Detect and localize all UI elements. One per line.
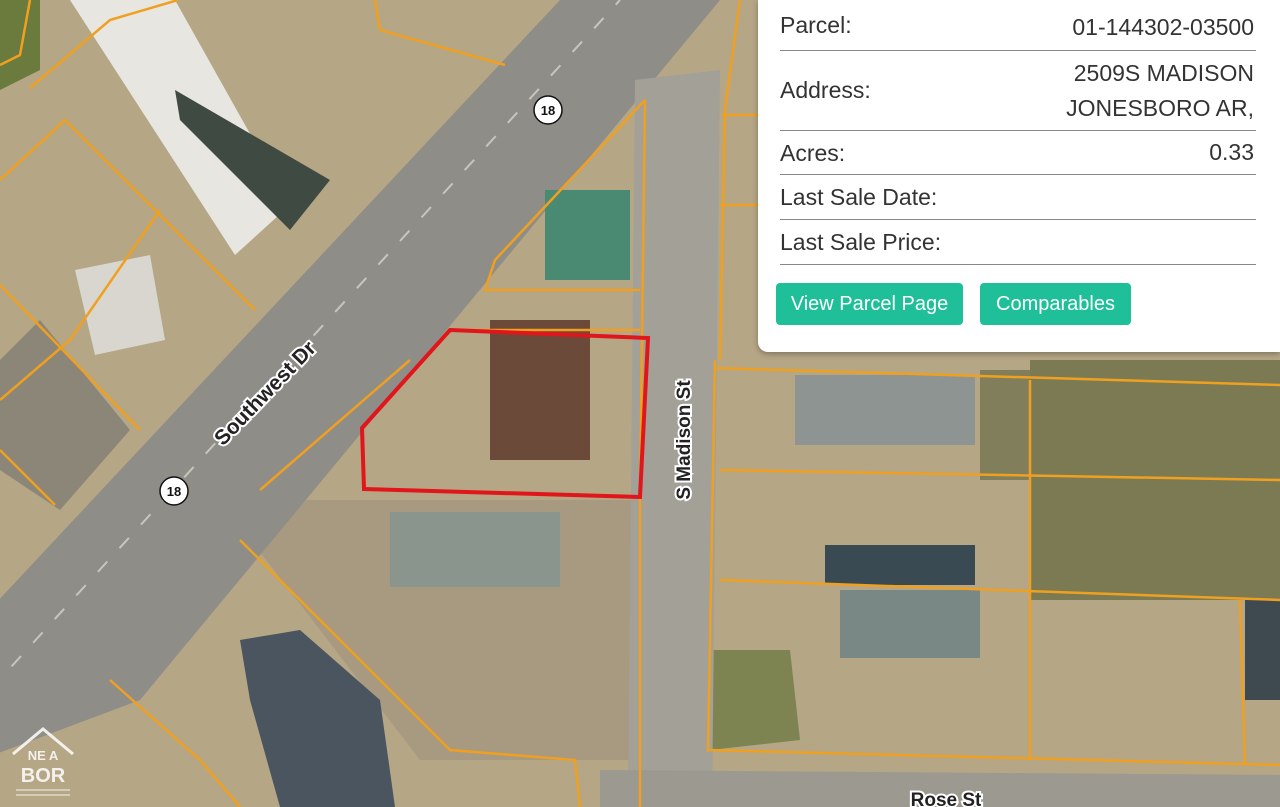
- tree-area: [980, 370, 1030, 480]
- view-parcel-page-button[interactable]: View Parcel Page: [776, 283, 963, 325]
- logo-mark: NE A BOR: [12, 727, 74, 796]
- parcel-row: Parcel: 01-144302-03500: [780, 6, 1256, 51]
- building: [390, 512, 560, 587]
- address-label: Address:: [780, 77, 871, 103]
- sale-date-row: Last Sale Date:: [780, 176, 1256, 220]
- highway-shield: 18: [533, 95, 563, 125]
- acres-label: Acres:: [780, 140, 846, 166]
- building: [840, 590, 980, 658]
- address-line2: JONESBORO AR,: [1066, 95, 1254, 121]
- building: [545, 190, 630, 280]
- highway-shield: 18: [159, 476, 189, 506]
- building: [1245, 600, 1280, 700]
- svg-text:18: 18: [167, 484, 181, 499]
- parcel-info-panel: Parcel: 01-144302-03500 Address: 2509S M…: [758, 0, 1280, 352]
- parcel-value: 01-144302-03500: [1072, 14, 1254, 40]
- sale-price-row: Last Sale Price:: [780, 221, 1256, 265]
- address-line1: 2509S MADISON: [1073, 60, 1254, 86]
- building: [795, 375, 975, 445]
- svg-text:NE A: NE A: [28, 748, 59, 763]
- road-label-rose-st: Rose St: [911, 790, 982, 807]
- acres-row: Acres: 0.33: [780, 132, 1256, 175]
- road-label-s-madison-st: S Madison St: [674, 380, 695, 500]
- parcel-label: Parcel:: [780, 12, 852, 38]
- svg-text:BOR: BOR: [21, 765, 66, 787]
- sale-price-label: Last Sale Price:: [780, 229, 942, 255]
- building: [490, 320, 590, 460]
- svg-text:18: 18: [541, 103, 555, 118]
- grass-area: [700, 650, 800, 750]
- neabor-logo: NE A BOR: [8, 724, 78, 802]
- sale-date-label: Last Sale Date:: [780, 184, 938, 210]
- address-row: Address: 2509S MADISON JONESBORO AR,: [780, 52, 1256, 131]
- building: [825, 545, 975, 585]
- comparables-button[interactable]: Comparables: [980, 283, 1131, 325]
- acres-value: 0.33: [1209, 139, 1254, 165]
